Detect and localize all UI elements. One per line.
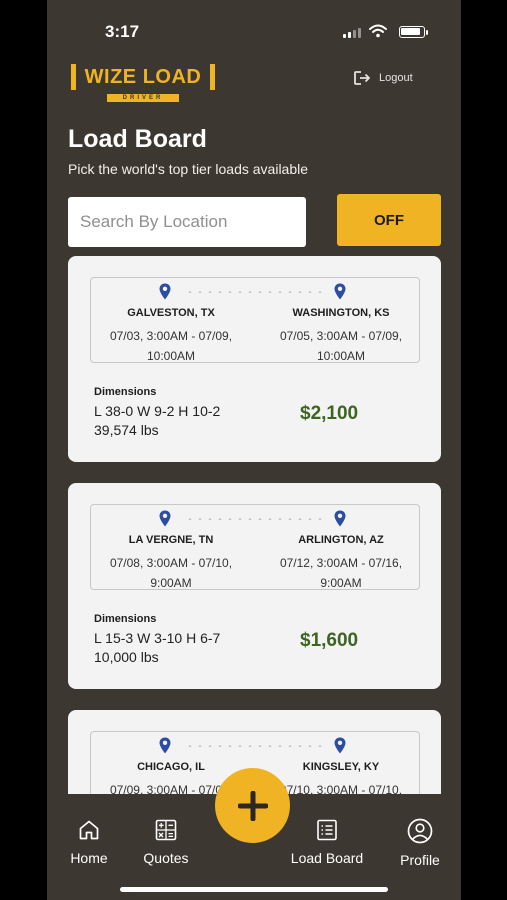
signal-icon: [343, 28, 361, 38]
origin-pin-icon: [159, 737, 171, 754]
dimensions-values: L 15-3 W 3-10 H 6-7 10,000 lbs: [94, 629, 220, 667]
destination-window-line: 07/05, 3:00AM - 07/09,: [279, 329, 403, 343]
dimensions-text: L 15-3 W 3-10 H 6-7: [94, 630, 221, 646]
nav-label: Home: [70, 850, 108, 866]
battery-icon: [399, 26, 425, 38]
nav-load-board[interactable]: Load Board: [282, 818, 372, 866]
destination-window-line: 10:00AM: [316, 349, 366, 363]
destination-window-line: 07/12, 3:00AM - 07/16,: [279, 556, 403, 570]
profile-icon: [407, 818, 433, 844]
route-box: GALVESTON, TX WASHINGTON, KS 07/03, 3:00…: [90, 277, 420, 363]
dimensions-text: L 38-0 W 9-2 H 10-2: [94, 403, 221, 419]
page-subtitle: Pick the world's top tier loads availabl…: [68, 161, 309, 177]
destination-pin-icon: [334, 737, 346, 754]
wize-load-logo: WIZE LOAD DRIVER: [71, 64, 215, 108]
origin-window-line: 10:00AM: [146, 349, 196, 363]
destination-window-line: 9:00AM: [320, 576, 362, 590]
toggle-label: OFF: [374, 211, 404, 229]
destination-city: ARLINGTON, AZ: [298, 534, 384, 546]
home-icon: [79, 820, 99, 840]
list-icon: [317, 819, 337, 841]
origin-pin-icon: [159, 283, 171, 300]
dimensions-label: Dimensions: [94, 386, 157, 398]
status-time: 3:17: [105, 22, 140, 41]
dimensions-label: Dimensions: [94, 613, 157, 625]
plus-icon: [237, 790, 268, 821]
wifi-icon: [369, 24, 387, 38]
logout-icon: [354, 71, 370, 85]
destination-pin-icon: [334, 283, 346, 300]
weight-text: 39,574 lbs: [94, 422, 159, 438]
battery-nub: [426, 30, 428, 35]
origin-pin-icon: [159, 510, 171, 527]
origin-window: 07/08, 3:00AM - 07/10, 9:00AM: [91, 553, 251, 593]
destination-window: 07/05, 3:00AM - 07/09, 10:00AM: [261, 326, 421, 366]
nav-profile[interactable]: Profile: [375, 818, 461, 868]
add-load-button[interactable]: [215, 768, 290, 843]
load-list[interactable]: GALVESTON, TX WASHINGTON, KS 07/03, 3:00…: [68, 256, 442, 794]
destination-city: KINGSLEY, KY: [302, 761, 380, 773]
route-box: LA VERGNE, TN ARLINGTON, AZ 07/08, 3:00A…: [90, 504, 420, 590]
origin-city: CHICAGO, IL: [137, 761, 205, 773]
route-dots: [185, 745, 325, 747]
status-bar: 3:17: [47, 0, 461, 60]
route-dots: [185, 291, 325, 293]
nav-label: Profile: [400, 852, 440, 868]
load-price: $1,600: [300, 630, 359, 651]
availability-toggle-button[interactable]: OFF: [337, 194, 441, 246]
destination-pin-icon: [334, 510, 346, 527]
calculator-icon: [155, 819, 177, 841]
nav-label: Quotes: [143, 850, 189, 866]
origin-city: GALVESTON, TX: [127, 307, 215, 319]
logout-button[interactable]: Logout: [353, 70, 413, 86]
app-screen: 3:17 WIZE LOAD DRIVER Logout Load Board …: [47, 0, 461, 900]
load-card[interactable]: GALVESTON, TX WASHINGTON, KS 07/03, 3:00…: [68, 256, 441, 462]
page-title: Load Board: [68, 125, 207, 153]
logo-bar-right: [210, 64, 215, 90]
origin-window-line: 07/03, 3:00AM - 07/09,: [109, 329, 233, 343]
load-card[interactable]: LA VERGNE, TN ARLINGTON, AZ 07/08, 3:00A…: [68, 483, 441, 689]
dimensions-values: L 38-0 W 9-2 H 10-2 39,574 lbs: [94, 402, 220, 440]
load-price: $2,100: [300, 403, 359, 424]
logo-bar-left: [71, 64, 76, 90]
logout-label: Logout: [379, 72, 413, 84]
origin-city: LA VERGNE, TN: [128, 534, 214, 546]
nav-quotes[interactable]: Quotes: [121, 818, 211, 866]
nav-label: Load Board: [290, 850, 364, 866]
weight-text: 10,000 lbs: [94, 649, 159, 665]
origin-window-line: 9:00AM: [150, 576, 192, 590]
home-indicator[interactable]: [120, 887, 388, 892]
logo-word: WIZE LOAD: [84, 66, 202, 88]
origin-window: 07/03, 3:00AM - 07/09, 10:00AM: [91, 326, 251, 366]
search-location-input[interactable]: [68, 197, 306, 247]
destination-window: 07/12, 3:00AM - 07/16, 9:00AM: [261, 553, 421, 593]
origin-window-line: 07/08, 3:00AM - 07/10,: [109, 556, 233, 570]
destination-city: WASHINGTON, KS: [292, 307, 390, 319]
logo-subtitle: DRIVER: [107, 94, 179, 102]
route-dots: [185, 518, 325, 520]
